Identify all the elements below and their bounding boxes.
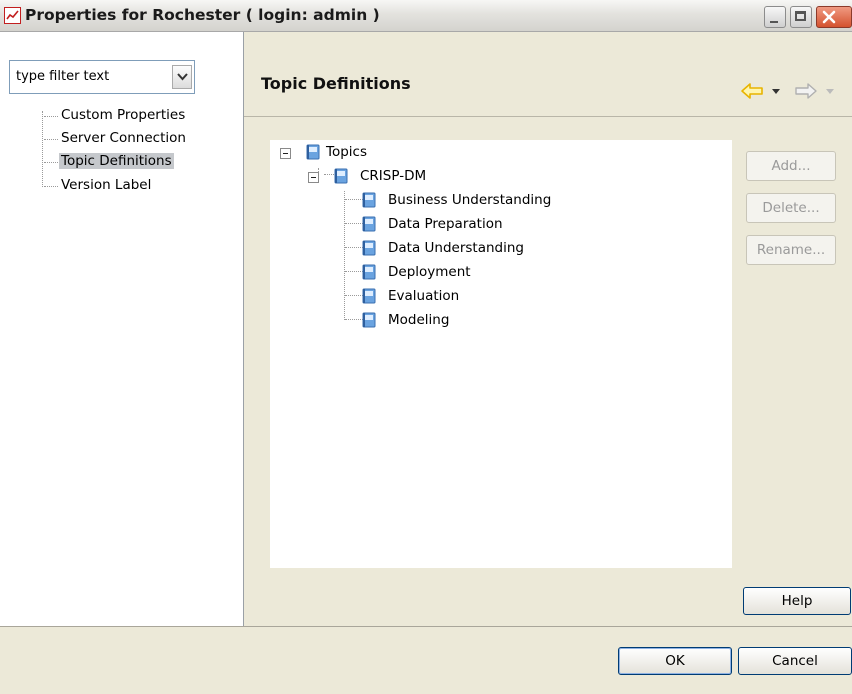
collapse-toggle-icon[interactable]: [280, 148, 291, 159]
rename-button[interactable]: Rename...: [746, 235, 836, 265]
tree-node-label: Data Preparation: [388, 216, 503, 232]
book-icon: [306, 144, 320, 160]
tree-node-label: Business Understanding: [388, 192, 552, 208]
chart-app-icon: [4, 7, 21, 24]
topic-tree[interactable]: Topics CRISP-DM Business Understanding D…: [270, 140, 732, 568]
book-icon: [362, 312, 376, 328]
minimize-button[interactable]: [764, 6, 786, 28]
back-arrow-icon[interactable]: [740, 81, 766, 101]
tree-node-data-understanding[interactable]: Data Understanding: [362, 239, 582, 259]
nav-item-label: Server Connection: [61, 130, 186, 146]
tree-node-label: Data Understanding: [388, 240, 524, 256]
filter-input[interactable]: type filter text: [9, 60, 195, 94]
minimize-icon: [770, 21, 778, 23]
forward-dropdown-icon[interactable]: [826, 89, 834, 95]
tree-node-label: Topics: [326, 144, 367, 160]
nav-item-label: Custom Properties: [61, 107, 186, 123]
title-bar[interactable]: Properties for Rochester ( login: admin …: [0, 0, 852, 32]
nav-item-label: Topic Definitions: [59, 153, 174, 169]
maximize-icon: [795, 11, 806, 21]
book-icon: [362, 240, 376, 256]
close-icon: [822, 10, 836, 24]
delete-button[interactable]: Delete...: [746, 193, 836, 223]
tree-node-topics[interactable]: Topics: [280, 143, 430, 163]
tree-node-label: Modeling: [388, 312, 450, 328]
tree-node-modeling[interactable]: Modeling: [362, 311, 582, 331]
collapse-toggle-icon[interactable]: [308, 172, 319, 183]
help-button[interactable]: Help: [743, 587, 851, 615]
tree-node-business-understanding[interactable]: Business Understanding: [362, 191, 582, 211]
tree-node-evaluation[interactable]: Evaluation: [362, 287, 582, 307]
tree-node-deployment[interactable]: Deployment: [362, 263, 582, 283]
tree-node-data-preparation[interactable]: Data Preparation: [362, 215, 582, 235]
tree-node-crisp-dm[interactable]: CRISP-DM: [308, 167, 458, 187]
cancel-button[interactable]: Cancel: [738, 647, 852, 675]
book-icon: [362, 192, 376, 208]
nav-tree-line: [42, 111, 43, 187]
tree-node-label: CRISP-DM: [360, 168, 427, 184]
history-nav: [734, 76, 852, 106]
book-icon: [334, 168, 348, 184]
header-separator: [244, 116, 852, 117]
add-button[interactable]: Add...: [746, 151, 836, 181]
close-button[interactable]: [816, 6, 852, 28]
properties-dialog: Properties for Rochester ( login: admin …: [0, 0, 852, 694]
book-icon: [362, 216, 376, 232]
chevron-down-icon: [177, 73, 188, 81]
filter-placeholder: type filter text: [16, 69, 110, 84]
tree-node-label: Deployment: [388, 264, 471, 280]
forward-arrow-icon[interactable]: [792, 81, 818, 101]
filter-dropdown-button[interactable]: [172, 65, 192, 89]
ok-button[interactable]: OK: [618, 647, 732, 675]
maximize-button[interactable]: [790, 6, 812, 28]
book-icon: [362, 288, 376, 304]
back-dropdown-icon[interactable]: [772, 89, 780, 95]
book-icon: [362, 264, 376, 280]
tree-node-label: Evaluation: [388, 288, 460, 304]
nav-item-label: Version Label: [61, 177, 152, 193]
window-title: Properties for Rochester ( login: admin …: [25, 6, 380, 24]
page-title: Topic Definitions: [261, 74, 411, 93]
